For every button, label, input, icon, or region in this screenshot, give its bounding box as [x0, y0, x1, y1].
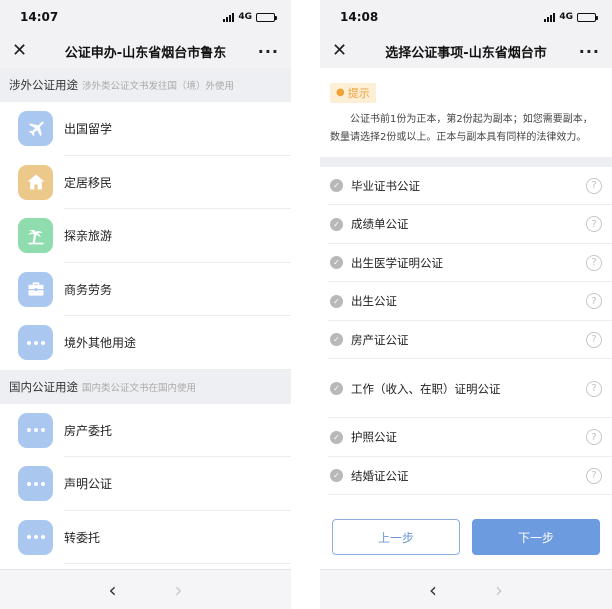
page-title: 选择公证事项-山东省烟台市: [385, 45, 547, 61]
list-item-business[interactable]: 商务劳务: [0, 262, 291, 316]
notary-item-employment-proof[interactable]: ✓ 工作（收入、在职）证明公证 ?: [320, 359, 612, 418]
notary-item-birth-medical-certificate[interactable]: ✓ 出生医学证明公证 ?: [320, 243, 612, 282]
list-item-study-abroad[interactable]: 出国留学: [0, 102, 291, 156]
close-icon[interactable]: ✕: [12, 42, 38, 60]
help-icon[interactable]: ?: [586, 177, 602, 194]
help-icon[interactable]: ?: [586, 293, 602, 310]
nav-bar: ✕ 选择公证事项-山东省烟台市 ···: [320, 34, 612, 68]
tip-badge: ● 提示: [330, 82, 376, 103]
section-title: 涉外公证用途: [9, 78, 78, 92]
right-screen: 14:08 4G ✕ 选择公证事项-山东省烟台市 ··· ● 提示 公证书前1份…: [320, 0, 612, 609]
left-screen: 14:07 4G ✕ 公证申办-山东省烟台市鲁东 ··· 涉外公证用途 涉外类公…: [0, 0, 291, 609]
notary-item-label: 成绩单公证: [351, 217, 409, 232]
next-step-button[interactable]: 下一步: [472, 519, 600, 555]
back-arrow-icon[interactable]: ‹: [429, 580, 437, 600]
section-domestic-use: 国内公证用途 国内类公证文书在国内使用: [0, 369, 291, 404]
notary-item-birth[interactable]: ✓ 出生公证 ?: [320, 282, 612, 321]
help-icon[interactable]: ?: [586, 331, 602, 348]
notary-item-label: 工作（收入、在职）证明公证: [351, 381, 501, 396]
status-time: 14:07: [20, 10, 59, 24]
status-bar: 14:08 4G: [320, 0, 612, 34]
close-icon[interactable]: ✕: [332, 42, 358, 60]
help-icon[interactable]: ?: [586, 429, 602, 446]
network-label: 4G: [559, 12, 573, 22]
list-item-label: 商务劳务: [64, 282, 113, 297]
forward-arrow-icon[interactable]: ›: [495, 580, 503, 600]
section-foreign-use: 涉外公证用途 涉外类公证文书发往国（境）外使用: [0, 68, 291, 102]
section-subtitle: 国内类公证文书在国内使用: [82, 382, 197, 394]
check-icon[interactable]: ✓: [330, 179, 343, 193]
list-item-label: 声明公证: [64, 477, 113, 492]
list-item-immigration[interactable]: 定居移民: [0, 155, 291, 209]
bottom-nav-bar: ‹ ›: [0, 569, 291, 609]
battery-icon: [256, 12, 277, 22]
status-bar: 14:07 4G: [0, 0, 291, 34]
notary-item-label: 出生医学证明公证: [351, 255, 443, 270]
bottom-nav-bar: ‹ ›: [320, 569, 612, 609]
notary-item-marriage-certificate[interactable]: ✓ 结婚证公证 ?: [320, 456, 612, 495]
more-dots-icon: [18, 466, 53, 502]
section-subtitle: 涉外类公证文书发往国（境）外使用: [82, 81, 235, 92]
check-icon[interactable]: ✓: [330, 294, 343, 308]
notary-item-label: 房产证公证: [351, 332, 409, 347]
list-item-label: 出国留学: [64, 122, 113, 137]
lightbulb-icon: ●: [336, 87, 345, 98]
signal-icon: [223, 12, 235, 22]
list-item-label: 境外其他用途: [64, 336, 137, 351]
more-dots-icon: [18, 412, 53, 448]
help-icon[interactable]: ?: [586, 216, 602, 233]
house-icon: [18, 164, 53, 200]
more-icon[interactable]: ···: [574, 42, 600, 61]
section-title: 国内公证用途: [9, 379, 78, 394]
list-item-family-travel[interactable]: 探亲旅游: [0, 209, 291, 263]
notary-item-transcript[interactable]: ✓ 成绩单公证 ?: [320, 205, 612, 244]
tip-badge-label: 提示: [347, 86, 370, 100]
status-time: 14:08: [340, 10, 379, 24]
check-icon[interactable]: ✓: [330, 382, 343, 395]
check-icon[interactable]: ✓: [330, 256, 343, 270]
check-icon[interactable]: ✓: [330, 217, 343, 231]
help-icon[interactable]: ?: [586, 380, 602, 397]
tip-text: 公证书前1份为正本，第2份起为副本；如您需要副本，数量请选择2份或以上。正本与副…: [330, 113, 593, 143]
list-item-sub-entrust[interactable]: 转委托: [0, 510, 291, 564]
list-item-property-entrust[interactable]: 房产委托: [0, 403, 291, 457]
help-icon[interactable]: ?: [586, 254, 602, 271]
airplane-icon: [18, 111, 53, 147]
list-item-declaration[interactable]: 声明公证: [0, 457, 291, 511]
check-icon[interactable]: ✓: [330, 430, 343, 444]
forward-arrow-icon[interactable]: ›: [175, 580, 183, 600]
signal-icon: [544, 12, 556, 22]
prev-step-button[interactable]: 上一步: [332, 519, 460, 555]
more-dots-icon: [18, 325, 53, 361]
list-item-label: 转委托: [64, 530, 101, 545]
palm-tree-icon: [18, 218, 53, 254]
back-arrow-icon[interactable]: ‹: [109, 580, 117, 600]
notary-item-label: 毕业证书公证: [351, 178, 420, 193]
list-item-label: 探亲旅游: [64, 229, 113, 244]
notary-item-label: 出生公证: [351, 294, 397, 309]
tip-panel: ● 提示 公证书前1份为正本，第2份起为副本；如您需要副本，数量请选择2份或以上…: [320, 68, 612, 157]
battery-icon: [577, 12, 598, 22]
page-title: 公证申办-山东省烟台市鲁东: [64, 45, 227, 61]
nav-bar: ✕ 公证申办-山东省烟台市鲁东 ···: [0, 34, 291, 68]
step-buttons: 上一步 下一步: [320, 519, 612, 555]
check-icon[interactable]: ✓: [330, 333, 343, 347]
notary-item-graduation-certificate[interactable]: ✓ 毕业证书公证 ?: [320, 166, 612, 205]
notary-item-passport[interactable]: ✓ 护照公证 ?: [320, 418, 612, 457]
list-item-other-foreign[interactable]: 境外其他用途: [0, 316, 291, 370]
more-icon[interactable]: ···: [253, 42, 279, 61]
briefcase-icon: [18, 271, 53, 307]
notary-item-property-certificate[interactable]: ✓ 房产证公证 ?: [320, 320, 612, 359]
section-divider: [320, 156, 612, 167]
check-icon[interactable]: ✓: [330, 469, 343, 483]
help-icon[interactable]: ?: [586, 467, 602, 484]
more-dots-icon: [18, 519, 53, 555]
list-item-label: 房产委托: [64, 423, 113, 438]
network-label: 4G: [238, 12, 252, 22]
list-item-label: 定居移民: [64, 175, 113, 190]
notary-item-label: 结婚证公证: [351, 468, 409, 483]
notary-item-label: 护照公证: [351, 430, 397, 445]
